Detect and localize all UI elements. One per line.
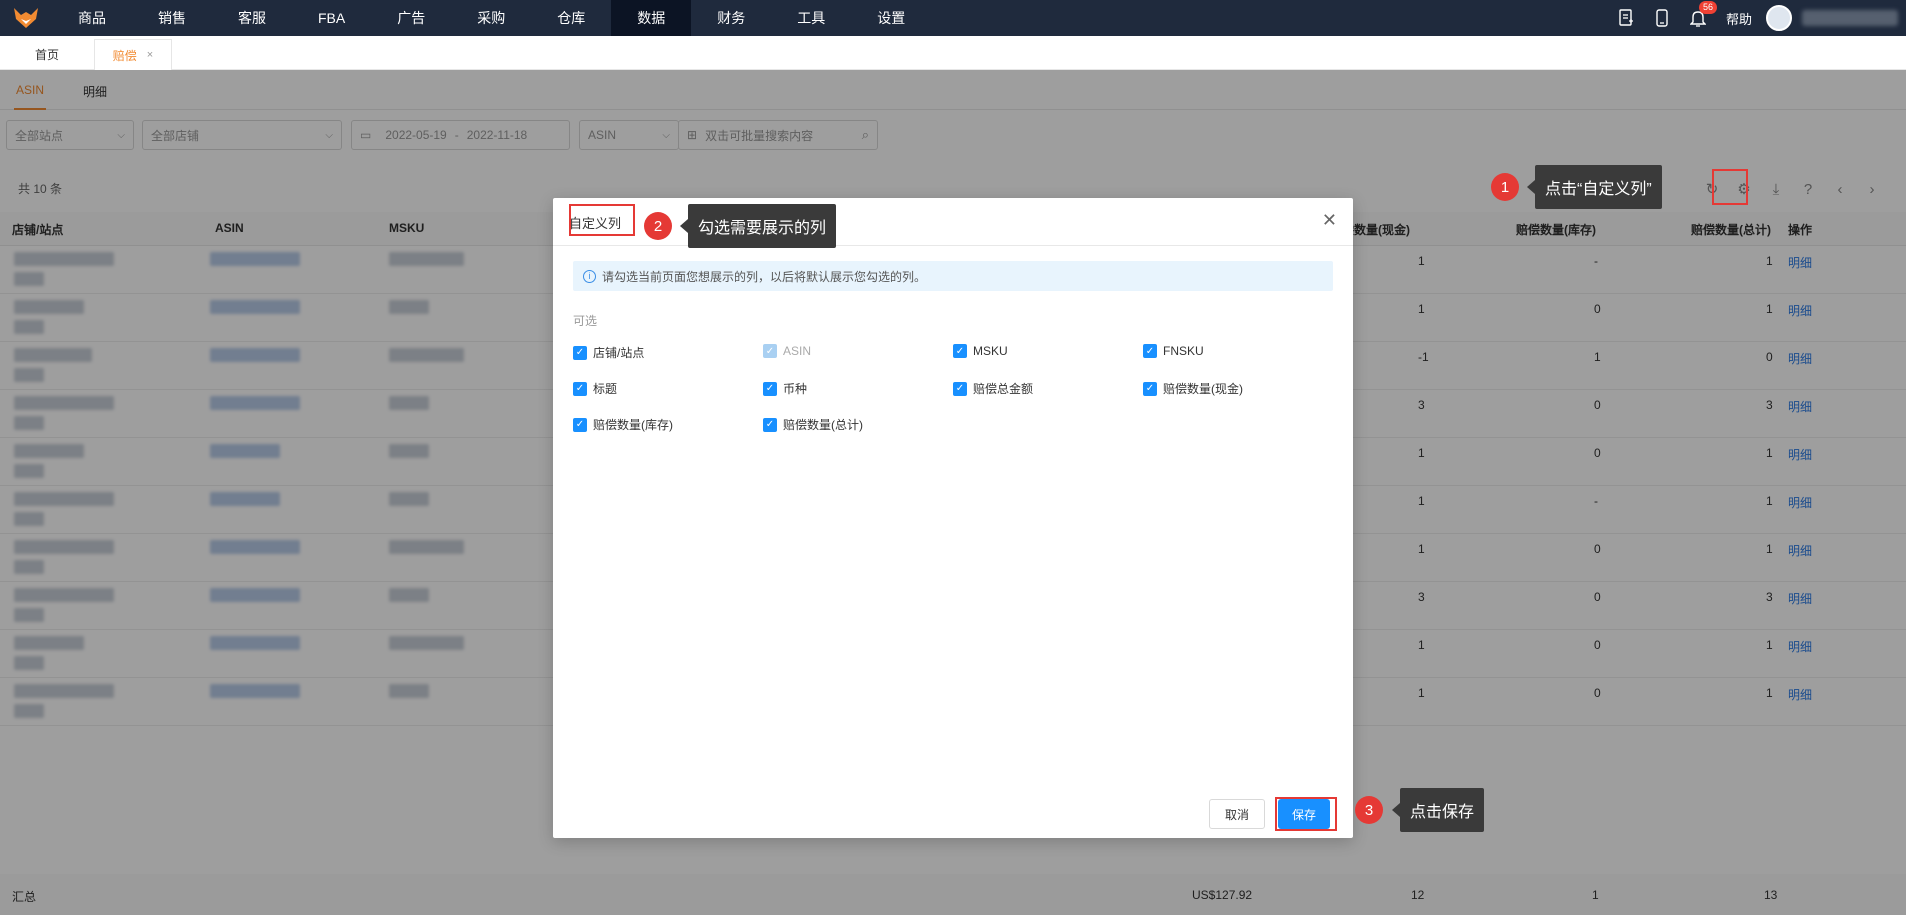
annotation-3-callout: 点击保存 bbox=[1391, 788, 1485, 832]
nav-item-4[interactable]: 广告 bbox=[371, 0, 451, 36]
save-highlight-box bbox=[1275, 797, 1337, 831]
checkbox-check-icon: ✓ bbox=[953, 381, 967, 396]
tab-close-icon[interactable]: × bbox=[147, 49, 153, 61]
annotation-1-number: 1 bbox=[1491, 173, 1519, 201]
notice-text: 请勾选当前页面您想展示的列，以后将默认展示您勾选的列。 bbox=[602, 269, 927, 284]
column-option-checkbox[interactable]: ✓ 赔偿数量(总计) bbox=[763, 416, 863, 433]
checkbox-check-icon: ✓ bbox=[763, 417, 777, 432]
checkbox-check-icon: ✓ bbox=[573, 417, 587, 432]
column-option-label: 赔偿数量(现金) bbox=[1163, 382, 1243, 396]
annotation-2-callout: 勾选需要展示的列 bbox=[679, 204, 837, 248]
avatar[interactable] bbox=[1766, 5, 1792, 31]
nav-item-0[interactable]: 商品 bbox=[52, 0, 132, 36]
checkbox-check-icon: ✓ bbox=[1143, 381, 1157, 396]
column-option-checkbox[interactable]: ✓ FNSKU bbox=[1143, 344, 1204, 358]
annotation-1-callout: 点击“自定义列” bbox=[1527, 165, 1662, 209]
checkbox-check-icon: ✓ bbox=[573, 345, 587, 360]
info-icon: i bbox=[583, 269, 596, 283]
close-icon[interactable]: ✕ bbox=[1322, 210, 1337, 231]
column-option-checkbox[interactable]: ✓ MSKU bbox=[953, 344, 1008, 358]
checkbox-check-icon: ✓ bbox=[763, 344, 777, 358]
column-option-checkbox: ✓ ASIN bbox=[763, 344, 811, 358]
page-tab-strip: 首页 赔偿 × bbox=[0, 36, 1906, 70]
column-option-label: 赔偿数量(总计) bbox=[783, 418, 863, 432]
annotation-3-number: 3 bbox=[1355, 796, 1383, 824]
top-nav: 商品 销售 客服 FBA 广告 采购 仓库 数据 财务 工具 设置 56 帮助 bbox=[0, 0, 1906, 36]
custom-columns-dialog: 自定义列 ✕ i 请勾选当前页面您想展示的列，以后将默认展示您勾选的列。 可选 … bbox=[553, 198, 1353, 838]
column-option-label: 赔偿数量(库存) bbox=[593, 418, 673, 432]
nav-item-10[interactable]: 设置 bbox=[851, 0, 931, 36]
column-option-checkbox[interactable]: ✓ 店铺/站点 bbox=[573, 344, 644, 361]
nav-item-2[interactable]: 客服 bbox=[212, 0, 292, 36]
title-highlight-box bbox=[569, 204, 635, 236]
column-option-label: FNSKU bbox=[1163, 344, 1204, 358]
notification-badge: 56 bbox=[1698, 1, 1717, 14]
task-list-icon[interactable] bbox=[1608, 0, 1644, 36]
dialog-notice: i 请勾选当前页面您想展示的列，以后将默认展示您勾选的列。 bbox=[573, 261, 1333, 291]
column-option-checkbox[interactable]: ✓ 标题 bbox=[573, 380, 617, 397]
notification-bell-icon[interactable]: 56 bbox=[1680, 0, 1717, 36]
column-option-checkbox[interactable]: ✓ 赔偿总金额 bbox=[953, 380, 1033, 397]
tab-compensation[interactable]: 赔偿 × bbox=[94, 39, 172, 70]
settings-highlight-box bbox=[1712, 169, 1748, 205]
mobile-icon[interactable] bbox=[1644, 0, 1680, 36]
checkbox-check-icon: ✓ bbox=[953, 344, 967, 358]
column-option-label: MSKU bbox=[973, 344, 1008, 358]
cancel-button[interactable]: 取消 bbox=[1209, 799, 1265, 829]
username-blurred[interactable] bbox=[1802, 10, 1898, 26]
nav-item-8[interactable]: 财务 bbox=[691, 0, 771, 36]
column-option-label: 赔偿总金额 bbox=[973, 382, 1034, 396]
app-logo[interactable] bbox=[0, 0, 52, 36]
column-option-label: 店铺/站点 bbox=[593, 346, 645, 360]
checkbox-check-icon: ✓ bbox=[573, 381, 587, 396]
dialog-header: 自定义列 ✕ bbox=[553, 198, 1353, 246]
checkbox-check-icon: ✓ bbox=[763, 381, 777, 396]
optional-label: 可选 bbox=[573, 314, 598, 328]
nav-item-7[interactable]: 数据 bbox=[611, 0, 692, 36]
column-option-checkbox[interactable]: ✓ 币种 bbox=[763, 380, 807, 397]
annotation-2-number: 2 bbox=[644, 212, 672, 240]
nav-item-3[interactable]: FBA bbox=[292, 0, 371, 36]
tab-compensation-label: 赔偿 bbox=[112, 48, 137, 63]
nav-item-1[interactable]: 销售 bbox=[132, 0, 212, 36]
help-link[interactable]: 帮助 bbox=[1716, 9, 1766, 28]
nav-item-6[interactable]: 仓库 bbox=[531, 0, 611, 36]
tab-home[interactable]: 首页 bbox=[0, 39, 94, 70]
nav-item-9[interactable]: 工具 bbox=[771, 0, 851, 36]
checkbox-check-icon: ✓ bbox=[1143, 344, 1157, 358]
column-option-label: 标题 bbox=[593, 382, 618, 396]
fox-logo-icon bbox=[14, 8, 38, 28]
column-option-checkbox[interactable]: ✓ 赔偿数量(库存) bbox=[573, 416, 673, 433]
column-option-label: 币种 bbox=[783, 382, 808, 396]
column-option-label: ASIN bbox=[783, 344, 812, 358]
column-option-checkbox[interactable]: ✓ 赔偿数量(现金) bbox=[1143, 380, 1243, 397]
nav-item-5[interactable]: 采购 bbox=[451, 0, 531, 36]
